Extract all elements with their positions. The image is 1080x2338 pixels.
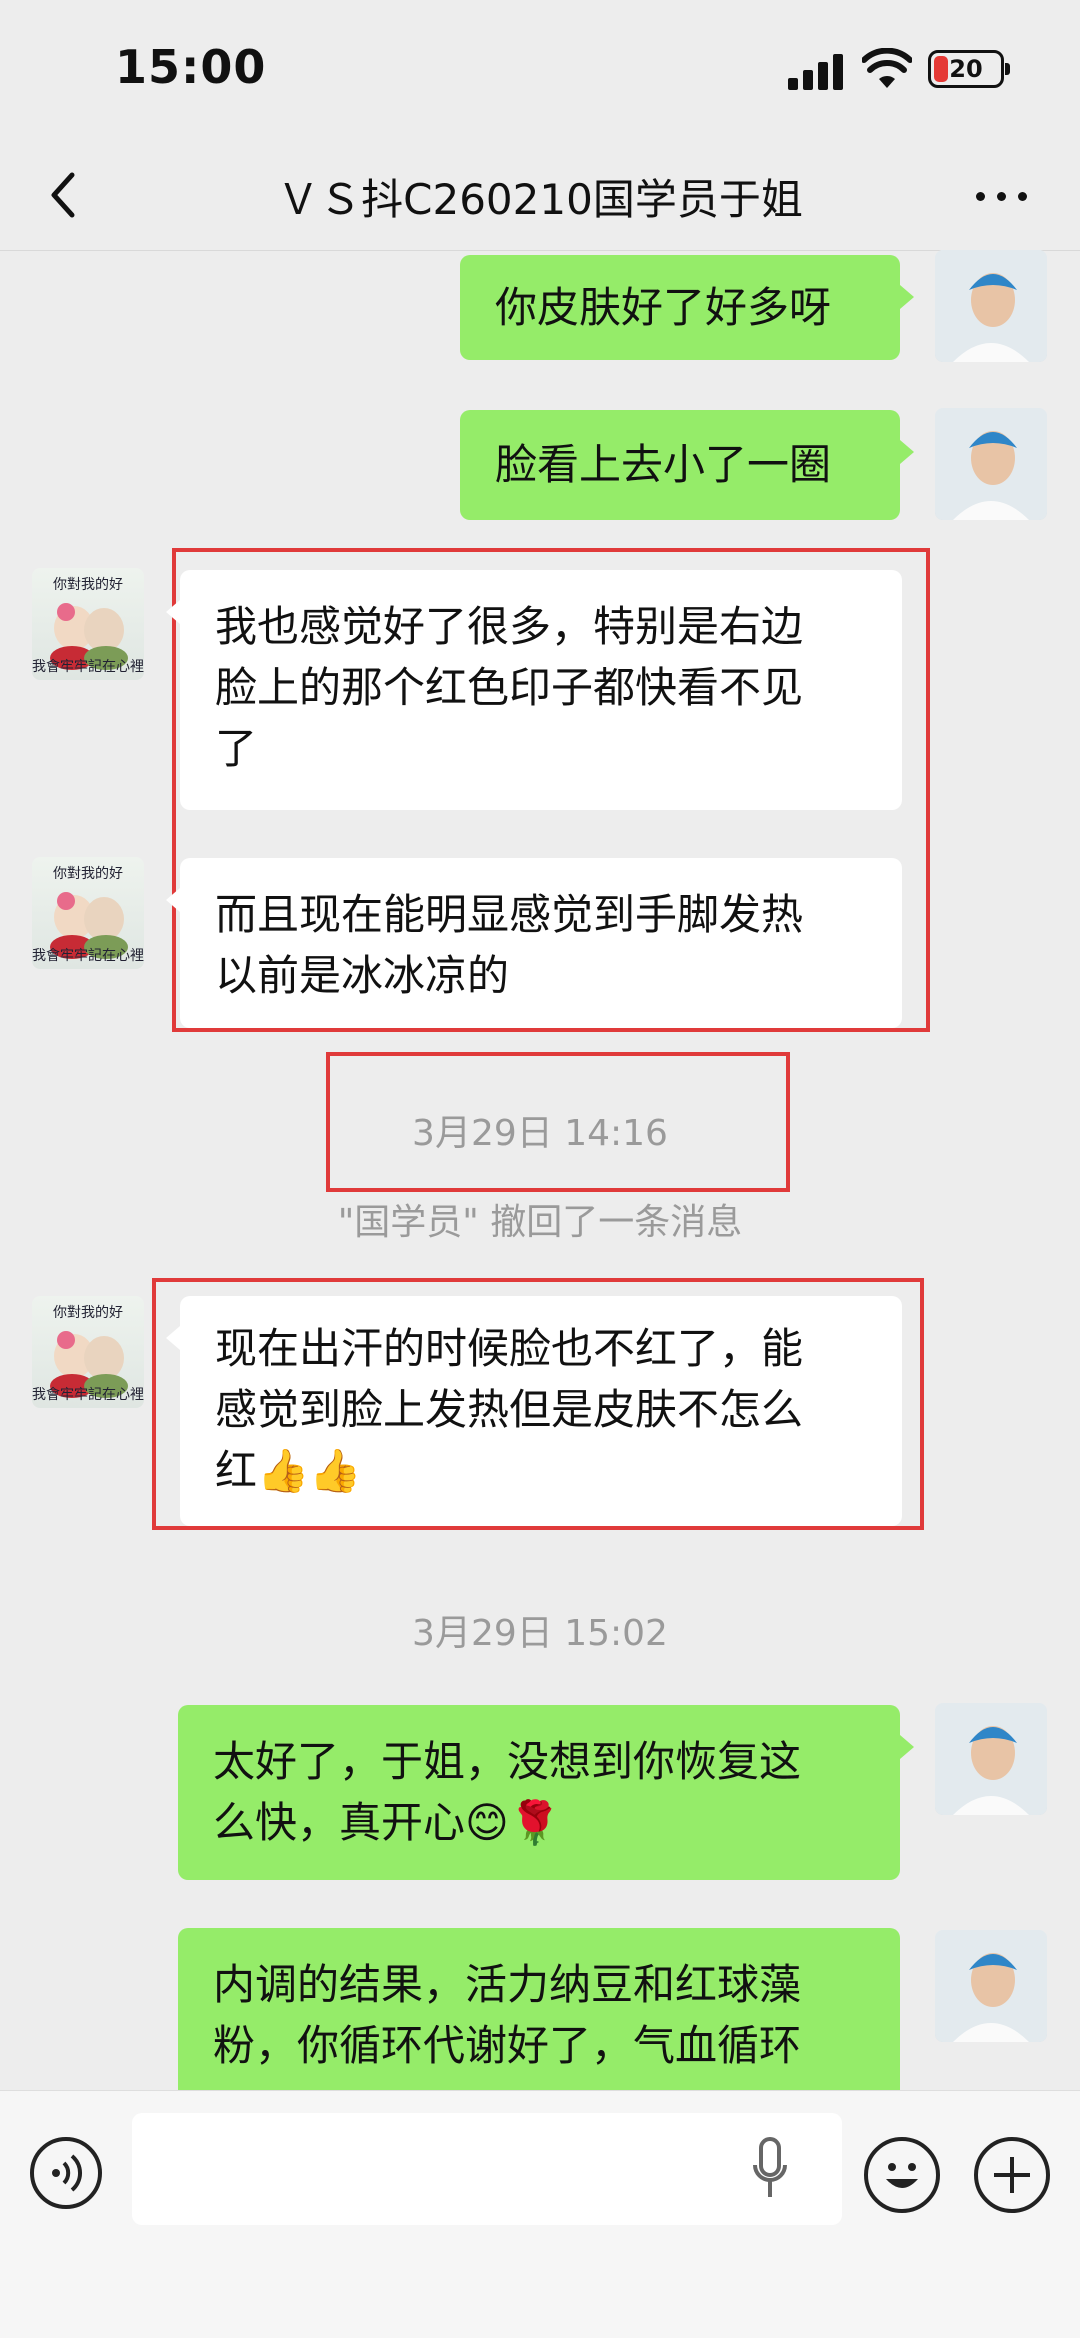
- avatar[interactable]: 你對我的好 我會牢牢記在心裡: [32, 1296, 144, 1408]
- sent-message[interactable]: 脸看上去小了一圈: [460, 410, 914, 520]
- emoji-icon[interactable]: [864, 2137, 940, 2213]
- received-message[interactable]: 现在出汗的时候脸也不红了，能 感觉到脸上发热但是皮肤不怎么 红👍👍: [166, 1296, 902, 1526]
- avatar-caption: 我會牢牢記在心裡: [32, 948, 144, 964]
- avatar-caption: 我會牢牢記在心裡: [32, 1387, 144, 1403]
- doctor-avatar-icon: [935, 1703, 1047, 1815]
- avatar[interactable]: [935, 1703, 1047, 1815]
- recall-notice: "国学员" 撤回了一条消息: [337, 1202, 743, 1243]
- battery-level: 20: [949, 55, 983, 83]
- chat-title: ＶＳ抖C260210国学员于姐: [277, 175, 803, 224]
- plus-icon[interactable]: [974, 2137, 1050, 2213]
- status-time: 15:00: [115, 40, 267, 94]
- sent-message[interactable]: 太好了，于姐，没想到你恢复这 么快，真开心😊🌹: [178, 1705, 914, 1880]
- doctor-avatar-icon: [935, 1930, 1047, 2042]
- wifi-icon: [862, 48, 912, 88]
- message-input[interactable]: [132, 2113, 842, 2225]
- avatar[interactable]: [935, 250, 1047, 362]
- avatar[interactable]: 你對我的好 我會牢牢記在心裡: [32, 568, 144, 680]
- avatar[interactable]: [935, 408, 1047, 520]
- timestamp: 3月29日 14:16: [412, 1113, 668, 1154]
- avatar-caption: 我會牢牢記在心裡: [32, 659, 144, 675]
- voice-icon[interactable]: [30, 2137, 102, 2209]
- signal-icon: [788, 52, 844, 90]
- received-message[interactable]: 我也感觉好了很多，特别是右边 脸上的那个红色印子都快看不见 了: [166, 570, 902, 810]
- timestamp: 3月29日 15:02: [412, 1613, 668, 1654]
- plus-sign-icon: [994, 2157, 1030, 2193]
- doctor-avatar-icon: [935, 408, 1047, 520]
- battery-icon: 20: [928, 50, 1010, 88]
- status-bar: 15:00 20: [0, 0, 1080, 140]
- sent-message[interactable]: 你皮肤好了好多呀: [460, 255, 914, 360]
- received-message[interactable]: 而且现在能明显感觉到手脚发热 以前是冰冰凉的: [166, 858, 902, 1028]
- voice-waves-icon: [52, 2154, 83, 2192]
- more-dots-icon[interactable]: [972, 165, 1032, 225]
- avatar[interactable]: [935, 1930, 1047, 2042]
- avatar[interactable]: 你對我的好 我會牢牢記在心裡: [32, 857, 144, 969]
- smile-icon: [886, 2163, 918, 2188]
- input-bar: [0, 2090, 1080, 2338]
- doctor-avatar-icon: [935, 250, 1047, 362]
- microphone-icon[interactable]: [752, 2137, 788, 2201]
- chat-header: ＶＳ抖C260210国学员于姐: [0, 140, 1080, 251]
